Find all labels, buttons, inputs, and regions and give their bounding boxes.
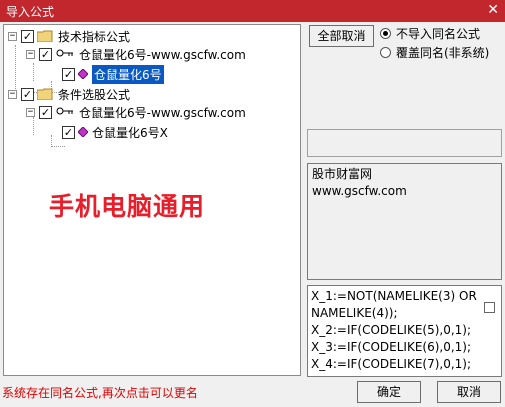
node-checkbox[interactable]: ✓: [62, 125, 75, 139]
tree-node-stock-selection[interactable]: − ✓ 条件选股公式: [8, 85, 130, 103]
formula-tree: − ✓ 技术指标公式 − ✓ 仓鼠量化6号-www.gscfw.com ✓ 仓鼠…: [3, 24, 301, 376]
node-checkbox[interactable]: ✓: [21, 87, 34, 101]
radio-button[interactable]: [380, 28, 391, 39]
collapse-icon[interactable]: −: [26, 49, 35, 59]
description-line: 股市财富网: [312, 167, 373, 181]
folder-icon: [36, 30, 53, 43]
formula-line: X_3:=IF(CODELIKE(6),0,1);: [311, 340, 472, 354]
key-icon: [55, 105, 75, 119]
tree-connector: [33, 63, 34, 81]
tree-node-formula-group[interactable]: − ✓ 仓鼠量化6号-www.gscfw.com: [26, 45, 246, 63]
close-icon[interactable]: ✕: [487, 2, 499, 18]
radio-button[interactable]: [380, 47, 391, 58]
option-label: 覆盖同名(非系统): [396, 46, 490, 60]
node-checkbox[interactable]: ✓: [39, 47, 52, 61]
tree-connector: [51, 146, 65, 147]
tree-node-tech-indicators[interactable]: − ✓ 技术指标公式: [8, 27, 130, 45]
node-checkbox[interactable]: ✓: [62, 67, 75, 81]
tree-node-formula[interactable]: ✓ 仓鼠量化6号X: [62, 123, 168, 141]
tree-node-label: 仓鼠量化6号: [92, 64, 164, 84]
empty-info-box: [307, 129, 502, 157]
overlay-caption: 手机电脑通用: [49, 192, 206, 221]
formula-line: NAMELIKE(4));: [311, 306, 398, 320]
collapse-icon[interactable]: −: [8, 31, 17, 41]
option-label: 不导入同名公式: [396, 27, 481, 41]
option-overwrite-same-name[interactable]: 覆盖同名(非系统): [380, 44, 489, 61]
tree-node-formula-group[interactable]: − ✓ 仓鼠量化6号-www.gscfw.com: [26, 103, 246, 121]
collapse-icon[interactable]: −: [8, 89, 17, 99]
formula-preview[interactable]: X_1:=NOT(NAMELIKE(3) OR NAMELIKE(4)); X_…: [307, 285, 502, 377]
title-bar: 导入公式 ✕: [0, 0, 505, 22]
formula-gem-icon: [78, 69, 88, 79]
key-icon: [55, 47, 75, 61]
tree-node-label: 条件选股公式: [58, 87, 131, 102]
tree-node-label: 仓鼠量化6号-www.gscfw.com: [79, 105, 246, 120]
formula-line: X_4:=IF(CODELIKE(7),0,1);: [311, 357, 472, 371]
node-checkbox[interactable]: ✓: [39, 105, 52, 119]
formula-line: X_1:=NOT(NAMELIKE(3) OR: [311, 289, 477, 303]
formula-gem-icon: [78, 127, 88, 137]
status-message: 系统存在同名公式,再次点击可以更名: [2, 386, 198, 400]
tree-node-label: 仓鼠量化6号-www.gscfw.com: [79, 47, 246, 62]
tree-node-label: 技术指标公式: [58, 29, 131, 44]
collapse-icon[interactable]: −: [26, 107, 35, 117]
tree-node-label: 仓鼠量化6号X: [92, 125, 168, 140]
description-box: 股市财富网 www.gscfw.com: [307, 163, 502, 280]
formula-line: X_2:=IF(CODELIKE(5),0,1);: [311, 323, 472, 337]
node-checkbox[interactable]: ✓: [21, 29, 34, 43]
description-line: www.gscfw.com: [312, 184, 407, 198]
formula-checkbox[interactable]: [484, 302, 495, 313]
ok-button[interactable]: 确定: [357, 381, 421, 403]
option-skip-same-name[interactable]: 不导入同名公式: [380, 25, 480, 42]
cancel-all-button[interactable]: 全部取消: [309, 25, 374, 47]
window-title: 导入公式: [6, 5, 55, 19]
cancel-button[interactable]: 取消: [437, 381, 501, 403]
folder-icon: [36, 88, 53, 101]
tree-node-formula[interactable]: ✓ 仓鼠量化6号: [62, 64, 164, 84]
